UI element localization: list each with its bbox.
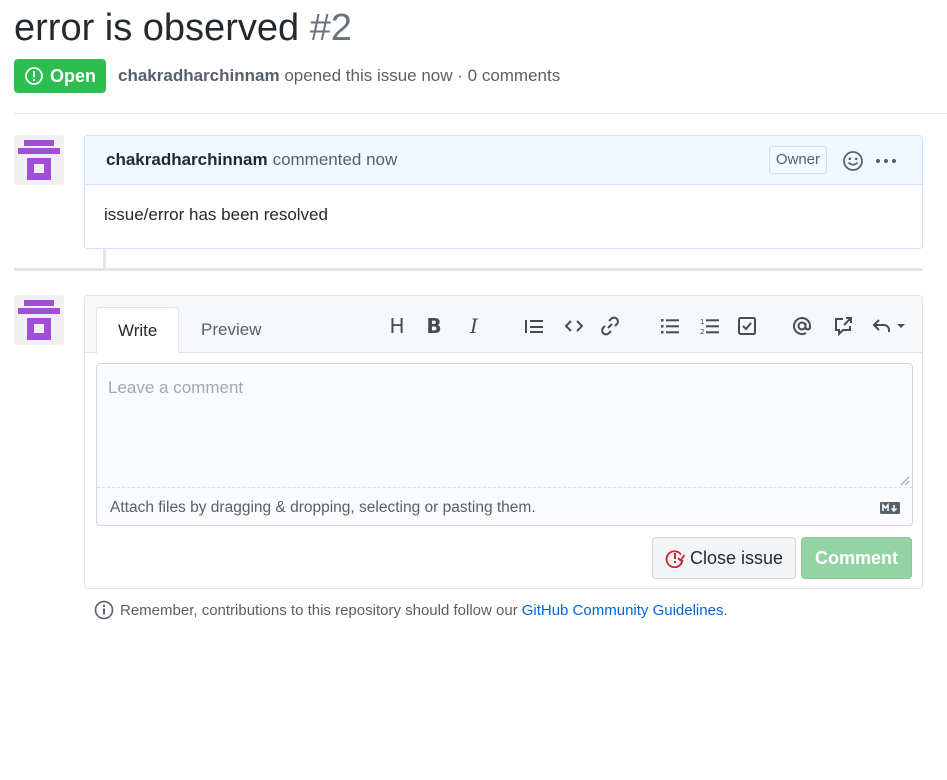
cross-reference-icon: [835, 317, 852, 337]
resize-handle-icon[interactable]: [898, 474, 910, 486]
comment-box: chakradharchinnam commented now Owner is…: [84, 135, 923, 249]
bold-button[interactable]: B: [421, 313, 447, 339]
issue-title: error is observed #2: [14, 4, 352, 52]
close-issue-button[interactable]: Close issue: [652, 537, 796, 579]
reply-icon: [872, 319, 905, 332]
comment-author-link[interactable]: chakradharchinnam: [106, 150, 268, 170]
svg-text:1: 1: [700, 318, 704, 326]
markdown-icon[interactable]: [880, 502, 900, 514]
avatar[interactable]: [14, 135, 64, 185]
quote-icon: [525, 320, 543, 333]
comment-textarea[interactable]: [97, 364, 912, 487]
bullet-list-button[interactable]: [657, 313, 683, 339]
new-comment-form: Write Preview H B I 12 Leave a comment A…: [84, 295, 923, 589]
tab-write[interactable]: Write: [96, 307, 180, 354]
owner-badge: Owner: [768, 146, 827, 174]
issue-meta: Open chakradharchinnam opened this issue…: [14, 59, 560, 93]
comment-time[interactable]: commented now: [273, 150, 398, 170]
code-icon: [564, 320, 584, 332]
mention-button[interactable]: [789, 313, 815, 339]
tab-preview[interactable]: Preview: [180, 307, 282, 354]
identicon-avatar: [18, 300, 60, 340]
comment-editor: Attach files by dragging & dropping, sel…: [96, 363, 913, 526]
comment-body: issue/error has been resolved: [104, 205, 328, 224]
attach-files-bar[interactable]: Attach files by dragging & dropping, sel…: [97, 487, 912, 525]
header-divider: [14, 113, 947, 114]
kebab-horizontal-icon: [876, 159, 896, 163]
issue-opened-text: opened this issue now · 0 comments: [284, 66, 561, 85]
add-reaction-button[interactable]: [842, 150, 864, 172]
numbered-list-button[interactable]: 12: [697, 313, 723, 339]
issue-author-link[interactable]: chakradharchinnam: [118, 66, 280, 85]
contribution-guidelines-note: Remember, contributions to this reposito…: [94, 600, 728, 620]
task-list-button[interactable]: [734, 313, 760, 339]
heading-button[interactable]: H: [384, 313, 410, 339]
link-button[interactable]: [597, 313, 623, 339]
identicon-avatar: [18, 140, 60, 180]
mention-icon: [793, 317, 811, 336]
saved-replies-button[interactable]: [871, 313, 909, 339]
timeline-end-divider: [14, 268, 923, 271]
comment-options-button[interactable]: [874, 149, 898, 173]
bullet-list-icon: [661, 319, 679, 334]
issue-meta-text: chakradharchinnam opened this issue now …: [118, 66, 560, 86]
code-button[interactable]: [561, 313, 587, 339]
state-label: Open: [50, 65, 97, 86]
quote-button[interactable]: [521, 313, 547, 339]
guidelines-period: .: [723, 601, 728, 619]
numbered-list-icon: 12: [700, 318, 719, 336]
comment-submit-button[interactable]: Comment: [801, 537, 912, 579]
guidelines-text: Remember, contributions to this reposito…: [120, 601, 518, 619]
community-guidelines-link[interactable]: GitHub Community Guidelines: [522, 602, 724, 619]
reference-button[interactable]: [830, 313, 856, 339]
svg-text:2: 2: [700, 328, 704, 336]
close-issue-label: Close issue: [689, 547, 784, 568]
task-list-icon: [738, 317, 756, 335]
info-icon: [94, 600, 114, 620]
current-user-avatar[interactable]: [14, 295, 64, 345]
link-icon: [601, 316, 619, 336]
timeline-connector: [103, 249, 106, 269]
editor-tabbar: Write Preview H B I 12: [85, 296, 922, 354]
italic-button[interactable]: I: [461, 313, 487, 339]
issue-closed-icon: [665, 550, 685, 568]
state-badge-open: Open: [14, 59, 107, 93]
issue-open-icon: [25, 67, 43, 85]
attach-files-text: Attach files by dragging & dropping, sel…: [110, 499, 536, 516]
issue-number: #2: [309, 7, 352, 49]
issue-title-text: error is observed: [14, 7, 300, 49]
smiley-icon: [843, 151, 863, 171]
